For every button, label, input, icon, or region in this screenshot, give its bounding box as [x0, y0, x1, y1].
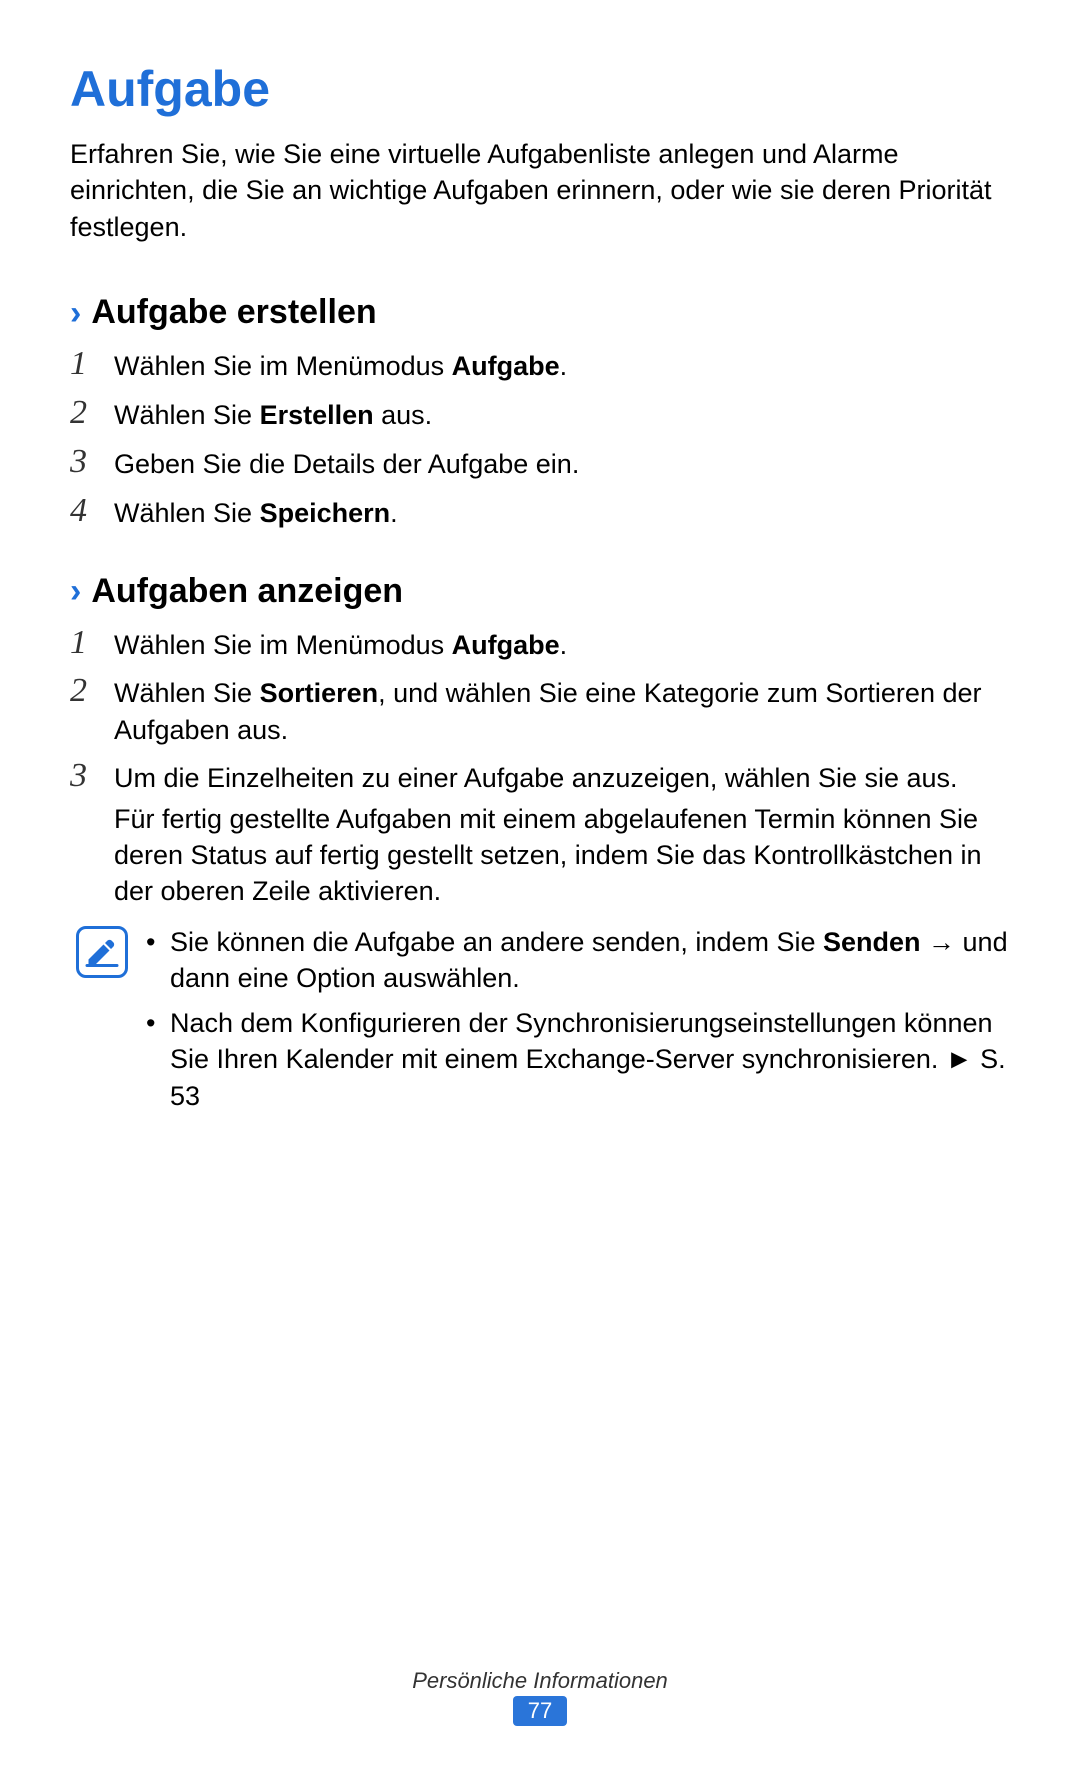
text-span: Wählen Sie im Menümodus: [114, 630, 452, 660]
step-text: Geben Sie die Details der Aufgabe ein.: [114, 442, 1010, 482]
note-bullet-item: • Sie können die Aufgabe an andere sende…: [146, 924, 1010, 997]
step-paragraph: Für fertig gestellte Aufgaben mit einem …: [114, 801, 1010, 910]
step-item: 2 Wählen Sie Erstellen aus.: [70, 393, 1010, 434]
step-text: Wählen Sie Erstellen aus.: [114, 393, 1010, 433]
step-paragraph: Um die Einzelheiten zu einer Aufgabe anz…: [114, 760, 1010, 796]
text-span: Wählen Sie: [114, 400, 260, 430]
footer-section-label: Persönliche Informationen: [0, 1668, 1080, 1694]
step-text: Wählen Sie Speichern.: [114, 491, 1010, 531]
text-span: Wählen Sie: [114, 498, 260, 528]
note-list: • Sie können die Aufgabe an andere sende…: [146, 924, 1010, 1122]
step-text: Um die Einzelheiten zu einer Aufgabe anz…: [114, 756, 1010, 910]
chevron-icon: ›: [70, 574, 81, 608]
step-number: 2: [70, 671, 114, 712]
step-item: 1 Wählen Sie im Menümodus Aufgabe.: [70, 344, 1010, 385]
section-heading-label: Aufgabe erstellen: [91, 293, 376, 332]
note-bullet-item: • Nach dem Konfigurieren der Synchronisi…: [146, 1005, 1010, 1114]
bold-term: Aufgabe: [452, 630, 560, 660]
bold-term: Sortieren: [260, 678, 379, 708]
step-text: Wählen Sie im Menümodus Aufgabe.: [114, 623, 1010, 663]
intro-paragraph: Erfahren Sie, wie Sie eine virtuelle Auf…: [70, 136, 1010, 245]
step-text: Wählen Sie Sortieren, und wählen Sie ein…: [114, 671, 1010, 748]
text-span: Sie können die Aufgabe an andere senden,…: [170, 927, 823, 957]
step-item: 4 Wählen Sie Speichern.: [70, 491, 1010, 532]
text-span: Wählen Sie: [114, 678, 260, 708]
bold-term: Aufgabe: [452, 351, 560, 381]
step-number: 1: [70, 623, 114, 664]
step-item: 3 Geben Sie die Details der Aufgabe ein.: [70, 442, 1010, 483]
chevron-icon: ›: [70, 296, 81, 330]
section-heading-create: › Aufgabe erstellen: [70, 293, 1010, 332]
bold-term: Speichern: [260, 498, 391, 528]
bullet-icon: •: [146, 1005, 170, 1041]
text-span: .: [390, 498, 398, 528]
step-number: 4: [70, 491, 114, 532]
step-number: 1: [70, 344, 114, 385]
steps-list-view: 1 Wählen Sie im Menümodus Aufgabe. 2 Wäh…: [70, 623, 1010, 910]
step-number: 3: [70, 756, 114, 797]
step-number: 2: [70, 393, 114, 434]
step-item: 3 Um die Einzelheiten zu einer Aufgabe a…: [70, 756, 1010, 910]
steps-list-create: 1 Wählen Sie im Menümodus Aufgabe. 2 Wäh…: [70, 344, 1010, 531]
bullet-icon: •: [146, 924, 170, 960]
note-text: Sie können die Aufgabe an andere senden,…: [170, 924, 1010, 997]
document-page: Aufgabe Erfahren Sie, wie Sie eine virtu…: [0, 0, 1080, 1771]
bold-term: Senden: [823, 927, 921, 957]
note-text: Nach dem Konfigurieren der Synchronisier…: [170, 1005, 1010, 1114]
section-heading-label: Aufgaben anzeigen: [91, 572, 403, 611]
step-number: 3: [70, 442, 114, 483]
text-span: .: [560, 630, 568, 660]
bold-term: Erstellen: [260, 400, 374, 430]
step-text: Wählen Sie im Menümodus Aufgabe.: [114, 344, 1010, 384]
step-item: 2 Wählen Sie Sortieren, und wählen Sie e…: [70, 671, 1010, 748]
text-span: Wählen Sie im Menümodus: [114, 351, 452, 381]
step-item: 1 Wählen Sie im Menümodus Aufgabe.: [70, 623, 1010, 664]
text-span: .: [560, 351, 568, 381]
page-number-badge: 77: [513, 1696, 567, 1726]
note-icon: [76, 926, 128, 978]
page-title: Aufgabe: [70, 60, 1010, 118]
text-span: aus.: [374, 400, 433, 430]
pencil-note-icon: [84, 934, 120, 970]
section-heading-view: › Aufgaben anzeigen: [70, 572, 1010, 611]
note-block: • Sie können die Aufgabe an andere sende…: [70, 924, 1010, 1122]
page-footer: Persönliche Informationen 77: [0, 1668, 1080, 1726]
